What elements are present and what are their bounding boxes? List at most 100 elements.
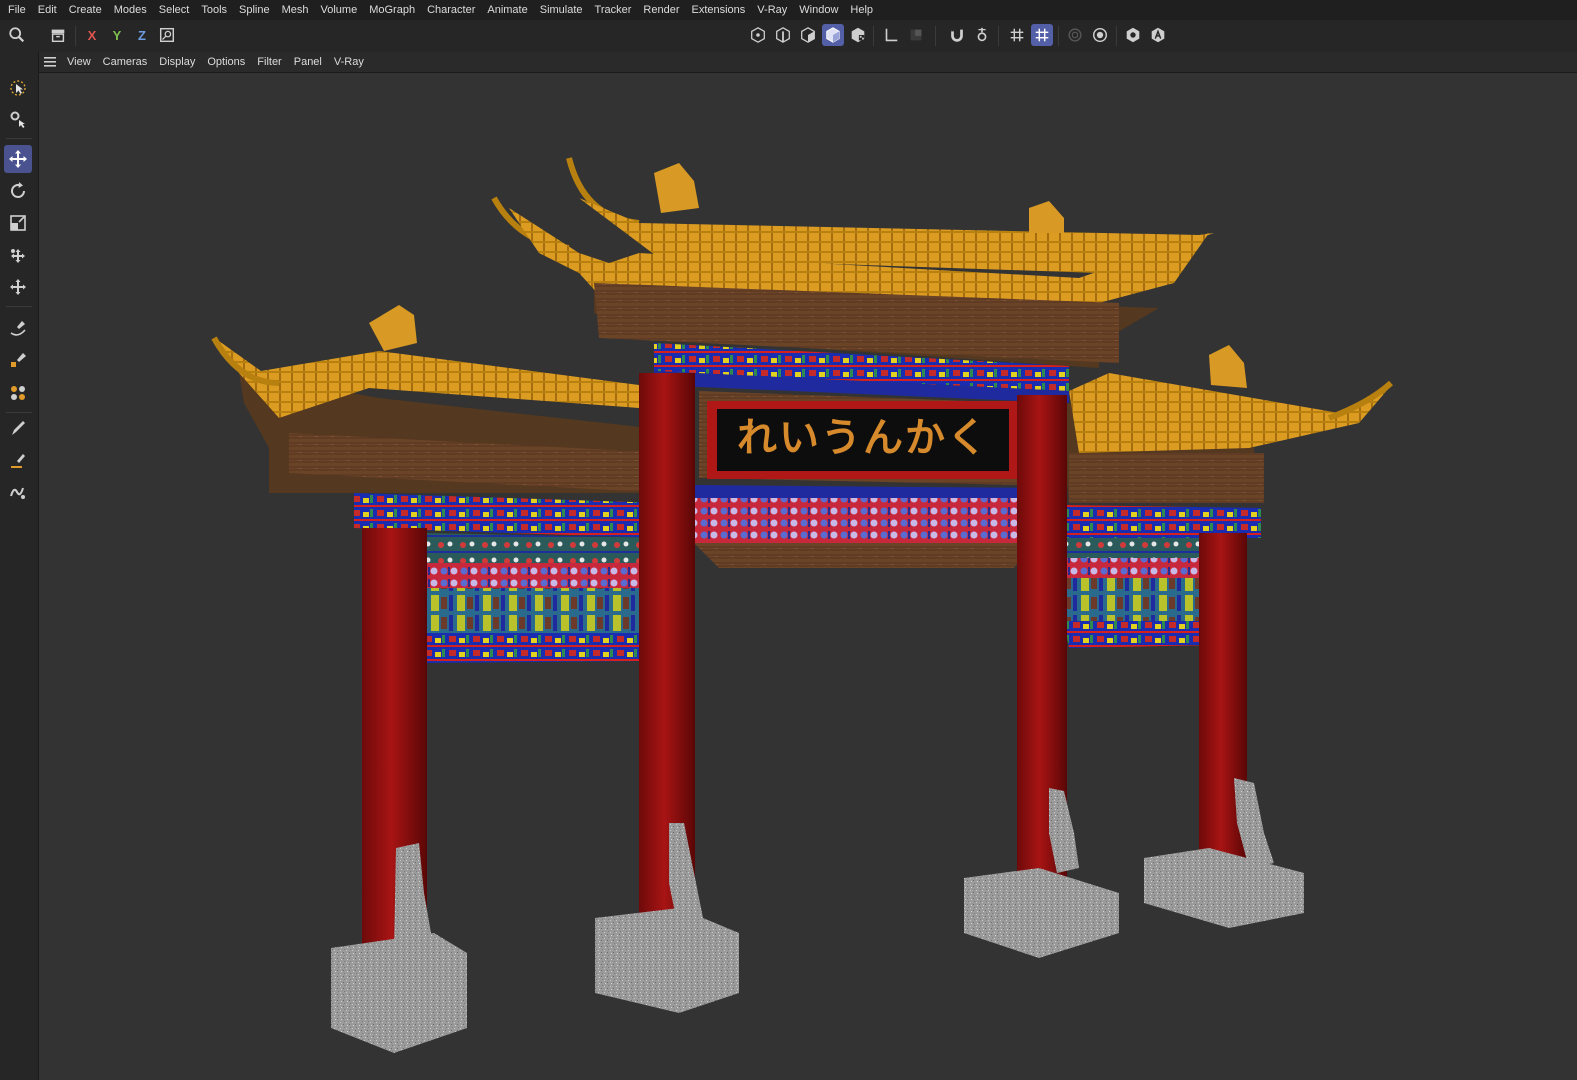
uv-mode-button[interactable] — [847, 24, 869, 46]
points-mode-button[interactable] — [747, 24, 769, 46]
magnet-icon — [951, 28, 963, 42]
placement-icon — [10, 279, 26, 295]
brush-tool[interactable] — [4, 414, 32, 442]
y-axis-label: Y — [112, 27, 122, 43]
edges-mode-button[interactable] — [772, 24, 794, 46]
menu-tools[interactable]: Tools — [195, 4, 233, 16]
viewport-menu-view[interactable]: View — [61, 56, 97, 68]
viewport-menu-panel[interactable]: Panel — [288, 56, 328, 68]
menu-select[interactable]: Select — [153, 4, 196, 16]
move-arrows-icon — [9, 150, 27, 168]
menu-mesh[interactable]: Mesh — [276, 4, 315, 16]
sign-text: れいうんかく — [737, 415, 989, 461]
viewport-hamburger-button[interactable] — [39, 52, 61, 72]
workplane-button[interactable] — [1006, 24, 1028, 46]
scale-tool[interactable] — [4, 209, 32, 237]
solo-button[interactable] — [1064, 24, 1086, 46]
locked-workplane-button[interactable] — [1031, 24, 1053, 46]
viewport-solo-button[interactable] — [1089, 24, 1111, 46]
points-mode-icon — [751, 27, 765, 43]
spline-sketch-tool[interactable] — [4, 346, 32, 374]
stone-bases — [331, 778, 1304, 1053]
spline-pen-tool[interactable] — [4, 314, 32, 342]
search-icon — [9, 27, 25, 43]
left-tool-palette — [0, 52, 39, 1080]
uv-mode-icon — [851, 27, 865, 43]
tweak-mode-button[interactable] — [905, 24, 927, 46]
gear-move-icon — [10, 111, 25, 128]
menu-vray[interactable]: V-Ray — [751, 4, 793, 16]
target-icon — [1092, 27, 1108, 43]
rotate-tool[interactable] — [4, 177, 32, 205]
undo-history-button[interactable] — [47, 24, 69, 46]
live-selection-tool[interactable] — [4, 74, 32, 102]
model-mode-icon — [826, 27, 840, 43]
transform-icon — [11, 249, 25, 263]
sketch-icon — [11, 353, 26, 367]
sculpt-icon — [10, 487, 25, 499]
cinema4d-window: File Edit Create Modes Select Tools Spli… — [0, 0, 1577, 1080]
snap-settings-icon — [977, 27, 987, 42]
hamburger-icon — [44, 57, 56, 67]
menu-tracker[interactable]: Tracker — [589, 4, 638, 16]
menu-edit[interactable]: Edit — [32, 4, 63, 16]
mograph-tool[interactable] — [4, 379, 32, 407]
menu-render[interactable]: Render — [637, 4, 685, 16]
placement-tool[interactable] — [4, 273, 32, 301]
viewport-menu-options[interactable]: Options — [201, 56, 251, 68]
knife-tool[interactable] — [4, 446, 32, 474]
polygons-mode-button[interactable] — [797, 24, 819, 46]
lock-z-axis-button[interactable]: Z — [131, 24, 153, 46]
live-selection-icon — [10, 80, 26, 96]
stone-base-outer-left — [331, 843, 467, 1053]
axis-mode-button[interactable] — [880, 24, 902, 46]
viewport-menu-cameras[interactable]: Cameras — [97, 56, 154, 68]
scale-icon — [10, 215, 26, 231]
spline-pen-icon — [10, 321, 26, 336]
move-tool-extras[interactable] — [4, 105, 32, 133]
z-axis-label: Z — [138, 27, 146, 43]
solo-icon — [1068, 28, 1082, 42]
menu-simulate[interactable]: Simulate — [534, 4, 589, 16]
menu-extensions[interactable]: Extensions — [685, 4, 751, 16]
menu-create[interactable]: Create — [63, 4, 108, 16]
viewport-menu-display[interactable]: Display — [153, 56, 201, 68]
move-tool[interactable] — [4, 145, 32, 173]
viewport-menu-vray[interactable]: V-Ray — [328, 56, 370, 68]
gate-sign-board: れいうんかく — [699, 391, 1024, 485]
asset-icon — [1151, 27, 1165, 43]
hexagon-icon — [1126, 27, 1140, 43]
3d-viewport[interactable]: れいうんかく — [39, 73, 1577, 1080]
viewport-menu-bar: View Cameras Display Options Filter Pane… — [39, 52, 1577, 73]
axis-mode-icon — [885, 28, 898, 42]
viewport-menu-filter[interactable]: Filter — [251, 56, 287, 68]
lock-x-axis-button[interactable]: X — [81, 24, 103, 46]
menu-modes[interactable]: Modes — [108, 4, 153, 16]
brush-icon — [12, 421, 25, 435]
lock-y-axis-button[interactable]: Y — [106, 24, 128, 46]
snap-settings-button[interactable] — [971, 24, 993, 46]
polygons-mode-icon — [801, 27, 815, 43]
cloner-icon — [11, 386, 25, 400]
grid-icon — [1010, 28, 1024, 42]
menu-character[interactable]: Character — [421, 4, 481, 16]
menu-volume[interactable]: Volume — [315, 4, 364, 16]
snap-button[interactable] — [946, 24, 968, 46]
menu-file[interactable]: File — [0, 4, 32, 16]
gate-model-render: れいうんかく — [211, 157, 1394, 1053]
rotate-icon — [11, 182, 25, 198]
model-mode-button[interactable] — [822, 24, 844, 46]
render-settings-button[interactable] — [1122, 24, 1144, 46]
coordinate-system-button[interactable] — [156, 24, 178, 46]
menu-window[interactable]: Window — [793, 4, 844, 16]
transform-tool[interactable] — [4, 242, 32, 270]
asset-browser-button[interactable] — [1147, 24, 1169, 46]
search-button[interactable] — [6, 24, 28, 46]
menu-spline[interactable]: Spline — [233, 4, 276, 16]
menu-help[interactable]: Help — [844, 4, 879, 16]
right-roof — [1059, 345, 1394, 503]
sculpt-tool[interactable] — [4, 478, 32, 506]
menu-animate[interactable]: Animate — [481, 4, 533, 16]
main-menu-bar: File Edit Create Modes Select Tools Spli… — [0, 0, 1577, 20]
menu-mograph[interactable]: MoGraph — [363, 4, 421, 16]
